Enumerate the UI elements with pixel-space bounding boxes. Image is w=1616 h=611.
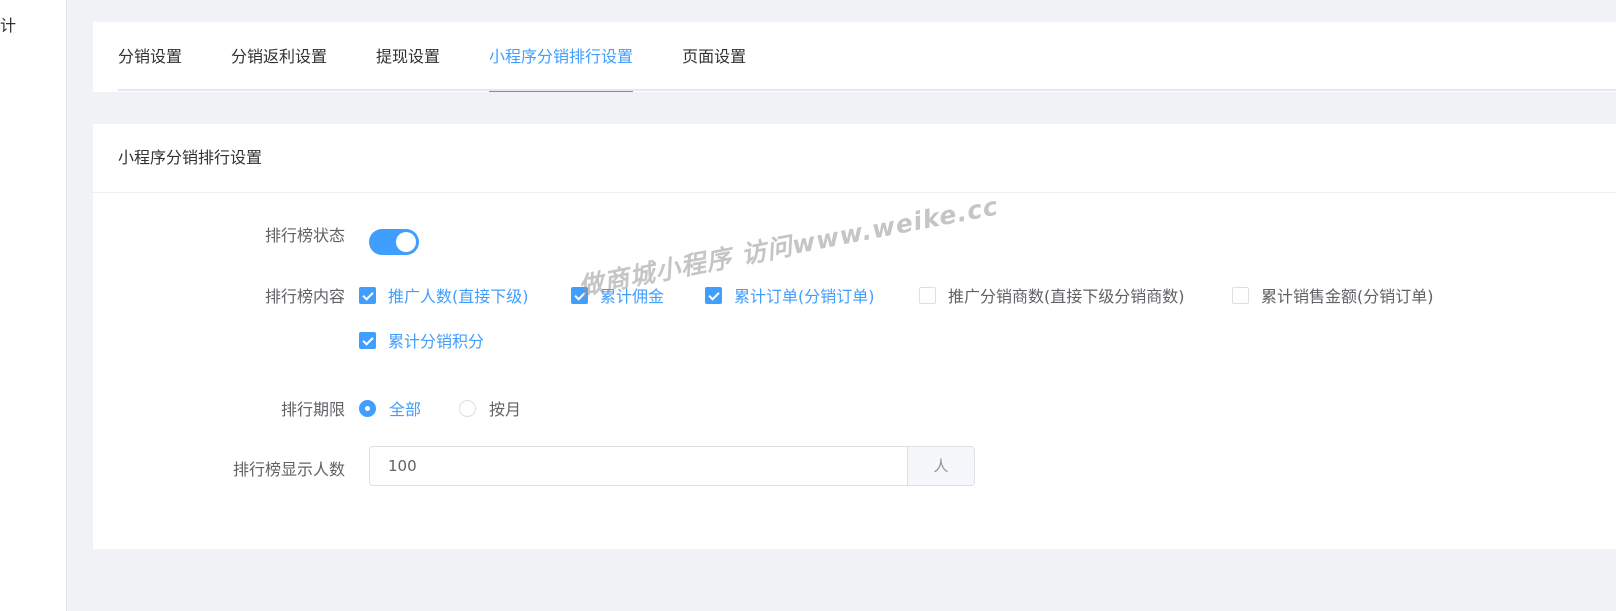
checkbox-label: 推广分销商数(直接下级分销商数) [948, 287, 1185, 306]
display-count-input[interactable] [370, 447, 907, 485]
ranking-period-label: 排行期限 [280, 400, 345, 419]
checkbox-promoted-distributors[interactable]: 推广分销商数(直接下级分销商数) [919, 283, 1185, 307]
ranking-status-switch[interactable] [369, 229, 419, 255]
checkbox-cumulative-sales[interactable]: 累计销售金额(分销订单) [1232, 283, 1434, 307]
checkbox-box [359, 331, 376, 349]
sidebar-item-fragment[interactable]: 计 [0, 12, 16, 36]
checkbox-cumulative-commission[interactable]: 累计佣金 [571, 283, 664, 307]
radio-period-all[interactable]: 全部 [359, 396, 421, 420]
checkbox-label: 累计分销积分 [388, 332, 485, 351]
checkbox-label: 累计订单(分销订单) [734, 287, 875, 306]
tabs: 分销设置 分销返利设置 提现设置 小程序分销排行设置 页面设置 [118, 22, 795, 92]
tabs-divider [118, 89, 1616, 91]
ranking-content-label: 排行榜内容 [264, 287, 345, 306]
checkbox-box [705, 286, 722, 304]
checkbox-label: 推广人数(直接下级) [388, 287, 529, 306]
tab-miniprogram-ranking-settings[interactable]: 小程序分销排行设置 [489, 22, 634, 92]
settings-card: 小程序分销排行设置 排行榜状态 排行榜内容 推广人数(直接下级) 累计佣金 累计… [93, 124, 1616, 549]
tab-bar: 分销设置 分销返利设置 提现设置 小程序分销排行设置 页面设置 [93, 22, 1616, 92]
checkbox-cumulative-orders[interactable]: 累计订单(分销订单) [705, 283, 875, 307]
checkbox-cumulative-points[interactable]: 累计分销积分 [359, 328, 484, 352]
display-count-label: 排行榜显示人数 [232, 460, 345, 479]
checkbox-box [359, 286, 376, 304]
checkbox-promoted-count[interactable]: 推广人数(直接下级) [359, 283, 529, 307]
radio-circle [459, 399, 476, 417]
tab-withdrawal-settings[interactable]: 提现设置 [376, 22, 440, 92]
display-count-unit: 人 [907, 447, 974, 485]
radio-label: 按月 [489, 400, 522, 419]
radio-period-monthly[interactable]: 按月 [459, 396, 521, 420]
ranking-status-label: 排行榜状态 [264, 226, 345, 245]
checkbox-box [919, 286, 936, 304]
radio-circle [359, 399, 376, 417]
sidebar: 计 [0, 0, 67, 611]
radio-label: 全部 [389, 400, 422, 419]
checkbox-box [1232, 286, 1249, 304]
checkbox-label: 累计销售金额(分销订单) [1261, 287, 1434, 306]
tab-page-settings[interactable]: 页面设置 [682, 22, 746, 92]
card-title: 小程序分销排行设置 [93, 124, 1616, 193]
checkbox-box [571, 286, 588, 304]
display-count-field: 人 [369, 446, 975, 486]
switch-knob [396, 232, 416, 252]
tab-distribution-settings[interactable]: 分销设置 [118, 22, 182, 92]
tab-rebate-settings[interactable]: 分销返利设置 [231, 22, 327, 92]
checkbox-label: 累计佣金 [600, 287, 665, 306]
